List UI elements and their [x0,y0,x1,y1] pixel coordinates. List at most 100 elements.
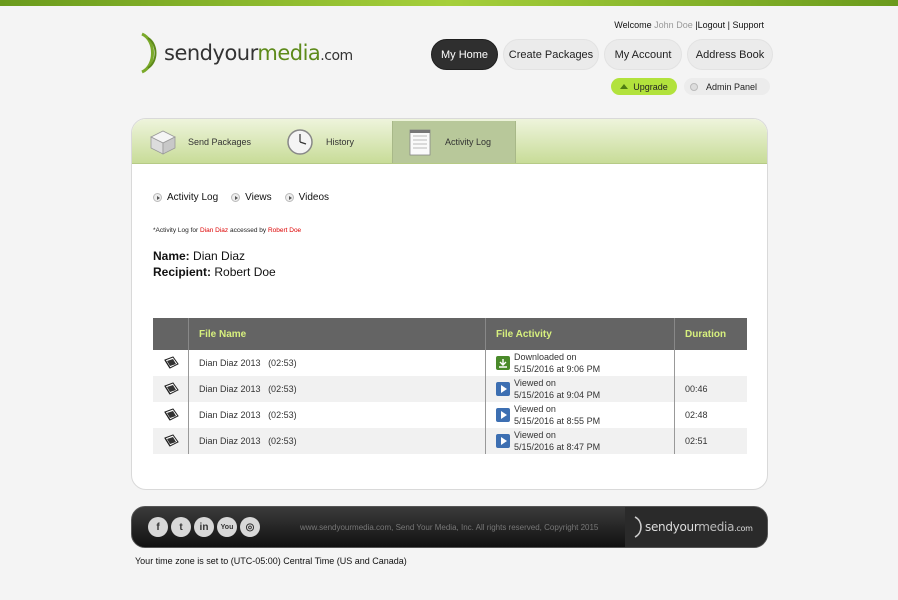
file-activity-cell: Viewed on 5/15/2016 at 8:47 PM [486,428,675,454]
admin-panel-button[interactable]: Admin Panel [684,78,770,95]
file-name-cell: Dian Diaz 2013 (02:53) [189,350,486,376]
download-icon[interactable] [496,356,510,370]
social-links: f t in You ◎ [148,517,260,537]
support-link[interactable]: Support [732,20,764,30]
tab-label: Send Packages [188,137,252,147]
footer-logo-text: sendyourmedia.com [645,520,753,534]
play-icon[interactable] [496,408,510,422]
tab-activity-log[interactable]: Activity Log [392,121,516,163]
table-row[interactable]: Dian Diaz 2013 (02:53) Downloaded on 5/15/… [153,350,747,376]
file-name: Dian Diaz 2013 [199,410,261,420]
recipient-info: Name: Dian Diaz Recipient: Robert Doe [153,248,276,280]
table-header: File Name File Activity Duration [153,318,747,350]
film-file-icon [163,356,179,369]
recipient-label: Recipient: [153,265,212,279]
file-activity-cell: Viewed on 5/15/2016 at 8:55 PM [486,402,675,428]
nav-my-home[interactable]: My Home [431,39,498,70]
file-name: Dian Diaz 2013 [199,436,261,446]
sublink-views[interactable]: Views [231,192,272,203]
user-name: John Doe [654,20,693,30]
logout-link[interactable]: Logout [698,20,726,30]
duration-cell: 02:48 [685,410,708,420]
file-length: (02:53) [268,410,297,420]
facebook-icon[interactable]: f [148,517,168,537]
file-icon-cell [153,402,189,428]
content-panel: Send Packages History Activity Log Activ… [131,118,768,490]
duration-cell: 00:46 [685,384,708,394]
film-file-icon [163,408,179,421]
sublink-label: Activity Log [167,192,219,203]
top-accent-bar [0,0,898,6]
note-recipient: Robert Doe [267,227,302,234]
activity-date: 5/15/2016 at 9:06 PM [514,364,601,374]
timezone-text: Your time zone is set to (UTC-05:00) Cen… [135,556,407,566]
nav-create-packages[interactable]: Create Packages [503,39,599,70]
footer-logo[interactable]: sendyourmedia.com [625,507,767,547]
box-icon [150,130,176,155]
activity-action: Viewed on [514,404,556,414]
activity-date: 5/15/2016 at 9:04 PM [514,390,601,400]
rss-icon[interactable]: ◎ [240,517,260,537]
recipient-value: Robert Doe [214,265,276,279]
nav-address-book[interactable]: Address Book [687,39,773,70]
film-file-icon [163,434,179,447]
file-name-cell: Dian Diaz 2013 (02:53) [189,402,486,428]
tab-history[interactable]: History [286,121,386,163]
logo-swoosh-icon [141,32,157,74]
admin-panel-label: Admin Panel [706,81,758,92]
activity-date: 5/15/2016 at 8:47 PM [514,442,601,452]
notepad-icon [409,129,431,156]
activity-date: 5/15/2016 at 8:55 PM [514,416,601,426]
sublink-label: Videos [298,192,330,203]
activity-table: File Name File Activity Duration Dian Di… [153,318,747,454]
file-name-cell: Dian Diaz 2013 (02:53) [189,428,486,454]
footer-bar: f t in You ◎ www.sendyourmedia.com, Send You… [131,506,768,548]
header-duration: Duration [685,328,727,340]
duration-cell: 02:51 [685,436,708,446]
play-icon[interactable] [496,434,510,448]
file-length: (02:53) [268,436,297,446]
film-file-icon [163,382,179,395]
tab-label: Activity Log [445,137,492,147]
header-file-name: File Name [189,318,486,350]
duration-cell [675,350,747,376]
note-mid: accessed by [229,227,267,234]
file-name: Dian Diaz 2013 [199,384,261,394]
file-length: (02:53) [268,384,297,394]
activity-action: Downloaded on [514,352,577,362]
file-icon-cell [153,428,189,454]
youtube-icon[interactable]: You [217,517,237,537]
nav-my-account[interactable]: My Account [604,39,682,70]
header-icon-col [153,318,189,350]
sublink-videos[interactable]: Videos [284,192,330,203]
upgrade-button[interactable]: Upgrade [611,78,677,95]
linkedin-icon[interactable]: in [194,517,214,537]
table-row[interactable]: Dian Diaz 2013 (02:53) Viewed on 5/15/2016… [153,402,747,428]
table-row[interactable]: Dian Diaz 2013 (02:53) Viewed on 5/15/2016… [153,376,747,402]
sub-links: Activity Log Views Videos [153,192,342,203]
sublink-activity-log[interactable]: Activity Log [153,192,218,203]
bullet-arrow-icon [153,193,162,202]
welcome-label: Welcome [614,20,652,30]
logo-text: sendyourmedia.com [164,41,353,65]
table-row[interactable]: Dian Diaz 2013 (02:53) Viewed on 5/15/2016… [153,428,747,454]
tab-label: History [326,137,355,147]
main-nav: My Home Create Packages My Account Addre… [431,39,773,70]
logo-swoosh-icon [634,516,642,538]
upgrade-label: Upgrade [633,81,668,92]
name-value: Dian Diaz [193,249,246,263]
tab-send-packages[interactable]: Send Packages [146,121,276,163]
sublink-label: Views [245,192,272,203]
file-name-cell: Dian Diaz 2013 (02:53) [189,376,486,402]
file-icon-cell [153,376,189,402]
activity-action: Viewed on [514,378,556,388]
welcome-bar: Welcome John Doe |Logout | Support [614,20,764,30]
note-name: Dian Diaz [199,227,229,234]
file-name: Dian Diaz 2013 [199,358,261,368]
site-logo[interactable]: sendyourmedia.com [138,32,353,74]
play-icon[interactable] [496,382,510,396]
twitter-icon[interactable]: t [171,517,191,537]
file-activity-cell: Downloaded on 5/15/2016 at 9:06 PM [486,350,675,376]
bullet-arrow-icon [284,193,294,202]
file-length: (02:53) [268,358,297,368]
